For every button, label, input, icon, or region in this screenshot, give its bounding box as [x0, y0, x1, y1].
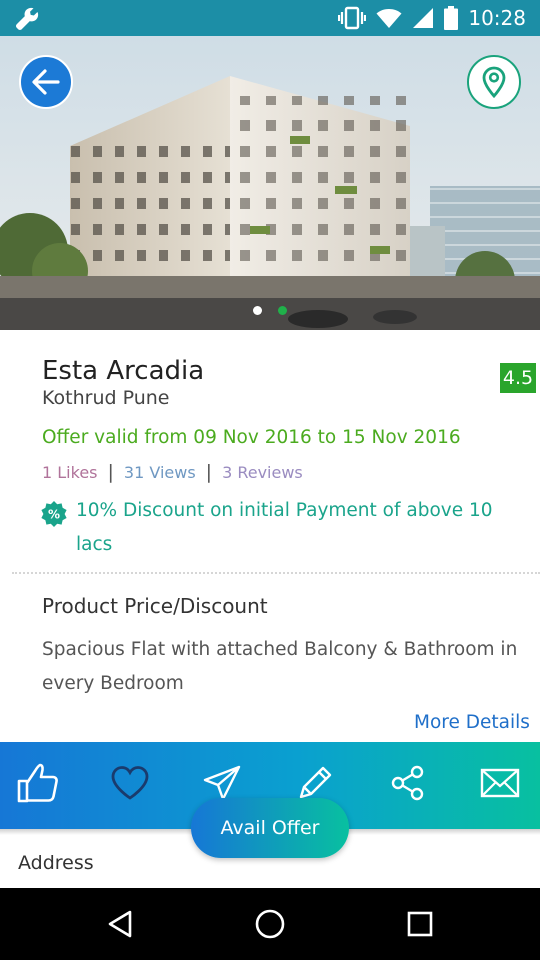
section-title: Product Price/Discount [42, 594, 268, 618]
reviews-count[interactable]: 3 Reviews [222, 463, 303, 482]
location-button[interactable] [467, 55, 521, 109]
battery-icon [444, 6, 459, 30]
favorite-button[interactable] [102, 758, 158, 808]
views-count: 31 Views [123, 462, 196, 482]
rating-badge: 4.5 [500, 363, 536, 393]
location-pin-icon [482, 66, 506, 98]
likes-count[interactable]: 1 Likes [42, 463, 98, 482]
home-circle-icon [255, 909, 285, 939]
nav-home-button[interactable] [230, 888, 310, 960]
paper-plane-icon [203, 765, 241, 801]
arrow-left-icon [32, 69, 60, 95]
back-button[interactable] [19, 55, 73, 109]
carousel-indicator [0, 306, 540, 315]
thumbs-up-icon [17, 763, 58, 803]
message-button[interactable] [472, 758, 528, 808]
discount-offer-text: 10% Discount on initial Payment of above… [76, 500, 493, 555]
system-icons: 10:28 [338, 0, 526, 36]
vibrate-icon [338, 6, 367, 30]
envelope-icon [480, 768, 520, 798]
nav-recents-button[interactable] [380, 888, 460, 960]
building-photo [0, 36, 540, 330]
avail-offer-button[interactable]: Avail Offer [191, 798, 349, 858]
product-description: Spacious Flat with attached Balcony & Ba… [42, 639, 518, 694]
discount-badge-icon: % [41, 501, 67, 527]
stats-separator: | [205, 461, 213, 483]
status-bar: 10:28 [0, 0, 540, 36]
pencil-icon [299, 766, 332, 799]
wrench-icon [15, 7, 39, 31]
listing-locality: Kothrud Pune [42, 387, 170, 409]
svg-text:%: % [48, 508, 60, 522]
recents-square-icon [407, 911, 433, 937]
heart-icon [111, 766, 149, 800]
engagement-stats: 1 Likes | 31 Views | 3 Reviews [42, 461, 303, 483]
stats-separator: | [107, 461, 114, 483]
address-heading: Address [18, 852, 94, 874]
carousel-dot-active[interactable] [278, 306, 287, 315]
carousel-dot[interactable] [253, 306, 262, 315]
clock-time: 10:28 [468, 6, 526, 30]
like-button[interactable] [10, 758, 66, 808]
offer-validity: Offer valid from 09 Nov 2016 to 15 Nov 2… [42, 427, 461, 448]
section-divider [12, 572, 540, 574]
nav-back-button[interactable] [80, 888, 160, 960]
wifi-icon [376, 9, 402, 28]
share-icon [391, 765, 424, 801]
more-details-link[interactable]: More Details [414, 712, 530, 733]
back-triangle-icon [108, 910, 132, 938]
share-button[interactable] [380, 758, 436, 808]
system-navigation-bar [0, 888, 540, 960]
signal-icon [413, 8, 434, 28]
listing-title: Esta Arcadia [42, 356, 205, 386]
hero-image-carousel[interactable] [0, 36, 540, 330]
